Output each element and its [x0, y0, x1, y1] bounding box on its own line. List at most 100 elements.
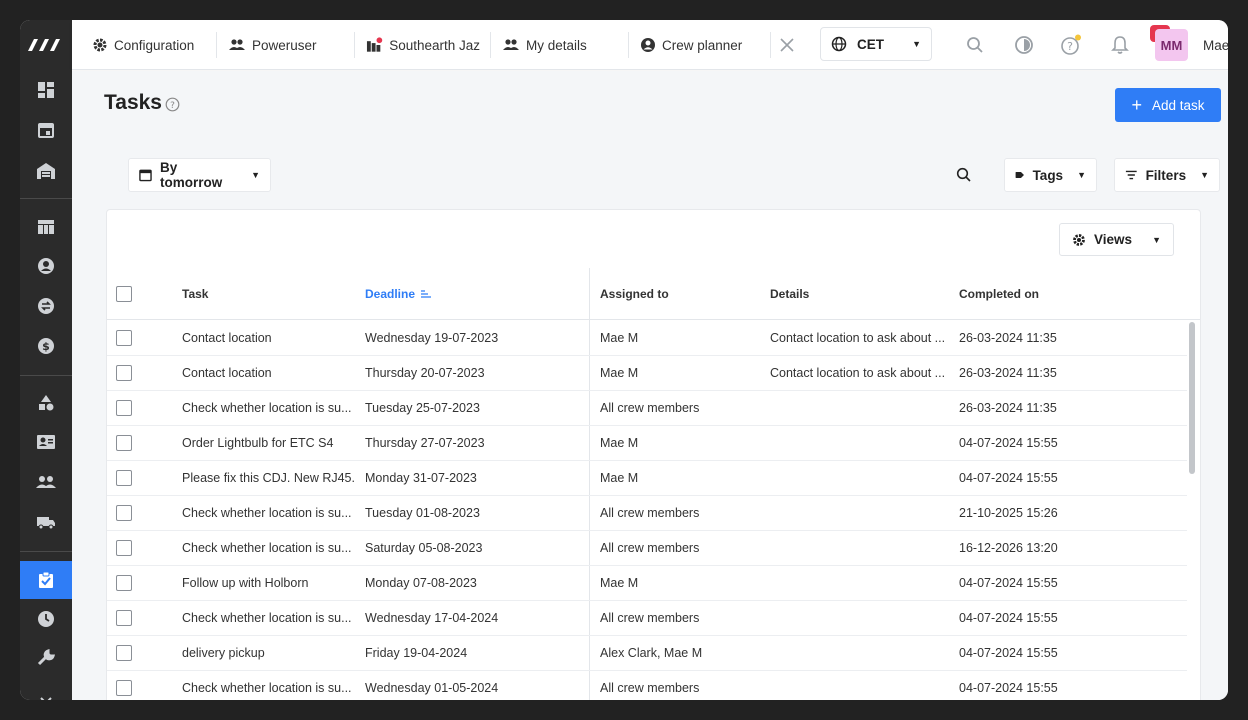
- user-circle-icon: [641, 38, 655, 52]
- sidebar-item-contacts[interactable]: [20, 423, 72, 461]
- views-label: Views: [1094, 232, 1133, 247]
- table-row[interactable]: Order Lightbulb for ETC S4 Thursday 27-0…: [107, 426, 1187, 461]
- tab-poweruser[interactable]: Poweruser: [228, 20, 348, 70]
- cell-completed: 04-07-2024 15:55: [959, 576, 1058, 590]
- sidebar-item-dashboard[interactable]: [20, 71, 72, 109]
- avatar[interactable]: MM: [1155, 29, 1188, 61]
- crew-icon: [36, 476, 56, 488]
- table-row[interactable]: Please fix this CDJ. New RJ45... Monday …: [107, 461, 1187, 496]
- sidebar-item-time[interactable]: [20, 600, 72, 638]
- column-header-assigned[interactable]: Assigned to: [600, 268, 669, 320]
- row-checkbox[interactable]: [116, 680, 132, 696]
- timezone-select[interactable]: CET ▼: [820, 27, 932, 61]
- views-button[interactable]: Views ▼: [1059, 223, 1174, 256]
- vertical-scrollbar[interactable]: [1189, 322, 1195, 474]
- table-row[interactable]: Follow up with Holborn Monday 07-08-2023…: [107, 566, 1187, 601]
- people-icon: [503, 39, 519, 50]
- cell-deadline: Wednesday 01-05-2024: [365, 681, 499, 695]
- sidebar: $: [20, 20, 72, 700]
- row-checkbox[interactable]: [116, 435, 132, 451]
- sidebar-item-crew[interactable]: [20, 463, 72, 501]
- sidebar-expand[interactable]: [20, 682, 72, 700]
- row-checkbox[interactable]: [116, 575, 132, 591]
- help-icon: ?: [1061, 34, 1081, 55]
- sidebar-item-transport[interactable]: [20, 503, 72, 541]
- user-name[interactable]: Mae M: [1203, 20, 1228, 70]
- row-checkbox[interactable]: [116, 610, 132, 626]
- add-task-button[interactable]: + Add task: [1115, 88, 1221, 122]
- cell-details: Contact location to ask about ...: [770, 366, 946, 380]
- sidebar-item-warehouse[interactable]: [20, 152, 72, 190]
- sidebar-item-tasks[interactable]: [20, 561, 72, 599]
- sidebar-item-calendar[interactable]: [20, 111, 72, 149]
- sidebar-item-table[interactable]: [20, 208, 72, 246]
- close-tab-button[interactable]: [775, 33, 799, 57]
- help-icon[interactable]: ?: [165, 97, 180, 115]
- table-search-button[interactable]: [943, 158, 985, 192]
- cell-details: [770, 426, 950, 460]
- timezone-value: CET: [857, 36, 884, 52]
- table-row[interactable]: Check whether location is su... Tuesday …: [107, 496, 1187, 531]
- cell-deadline: Monday 07-08-2023: [365, 576, 477, 590]
- table-row[interactable]: Check whether location is su... Tuesday …: [107, 391, 1187, 426]
- row-checkbox[interactable]: [116, 400, 132, 416]
- caret-down-icon: ▼: [912, 39, 921, 49]
- tab-crew-planner[interactable]: Crew planner: [640, 20, 770, 70]
- cell-completed: 21-10-2025 15:26: [959, 506, 1058, 520]
- table-row[interactable]: delivery pickup Friday 19-04-2024 Alex C…: [107, 636, 1187, 671]
- caret-down-icon: ▼: [1200, 170, 1209, 180]
- column-header-deadline[interactable]: Deadline: [365, 268, 432, 320]
- shapes-icon: [39, 395, 54, 411]
- tab-label: My details: [526, 37, 587, 53]
- cell-completed: 26-03-2024 11:35: [959, 401, 1057, 415]
- search-icon: [967, 37, 983, 53]
- cell-deadline: Thursday 27-07-2023: [365, 436, 485, 450]
- cell-completed: 04-07-2024 15:55: [959, 681, 1058, 695]
- table-row[interactable]: Check whether location is su... Wednesda…: [107, 601, 1187, 636]
- swap-icon: [38, 298, 54, 314]
- sidebar-item-finance[interactable]: $: [20, 327, 72, 365]
- cell-assigned: All crew members: [600, 611, 700, 625]
- help-button[interactable]: ?: [1059, 33, 1083, 57]
- tab-southearth[interactable]: Southearth Jaz: [366, 20, 480, 70]
- column-header-completed[interactable]: Completed on: [959, 268, 1039, 320]
- caret-down-icon: ▼: [251, 170, 260, 180]
- table-row[interactable]: Contact location Wednesday 19-07-2023 Ma…: [107, 321, 1187, 356]
- tags-button[interactable]: Tags ▼: [1004, 158, 1097, 192]
- cell-details: [770, 461, 950, 495]
- cell-assigned: Mae M: [600, 331, 639, 345]
- table-icon: [38, 220, 54, 234]
- sidebar-item-maintenance[interactable]: [20, 639, 72, 677]
- chevron-down-icon: [40, 697, 52, 700]
- date-filter-button[interactable]: By tomorrow ▼: [128, 158, 271, 192]
- row-checkbox[interactable]: [116, 470, 132, 486]
- column-header-task[interactable]: Task: [182, 268, 208, 320]
- column-header-details[interactable]: Details: [770, 268, 809, 320]
- sidebar-item-shapes[interactable]: [20, 384, 72, 422]
- app-logo[interactable]: [20, 20, 72, 70]
- cell-details: [770, 566, 950, 600]
- row-checkbox[interactable]: [116, 330, 132, 346]
- cell-task: delivery pickup: [182, 646, 265, 660]
- cell-task: Follow up with Holborn: [182, 576, 309, 590]
- add-task-label: Add task: [1151, 97, 1205, 113]
- timer-button[interactable]: [1012, 33, 1036, 57]
- cell-completed: 04-07-2024 15:55: [959, 436, 1058, 450]
- cell-details: [770, 636, 950, 670]
- row-checkbox[interactable]: [116, 645, 132, 661]
- row-checkbox[interactable]: [116, 505, 132, 521]
- select-all-checkbox[interactable]: [116, 286, 132, 302]
- sidebar-item-swap[interactable]: [20, 287, 72, 325]
- row-checkbox[interactable]: [116, 540, 132, 556]
- row-checkbox[interactable]: [116, 365, 132, 381]
- table-row[interactable]: Check whether location is su... Saturday…: [107, 531, 1187, 566]
- notifications-button[interactable]: [1108, 33, 1132, 57]
- tab-label: Poweruser: [252, 37, 317, 53]
- table-row[interactable]: Contact location Thursday 20-07-2023 Mae…: [107, 356, 1187, 391]
- tab-configuration[interactable]: Configuration: [92, 20, 212, 70]
- filters-button[interactable]: Filters ▼: [1114, 158, 1220, 192]
- table-row[interactable]: Check whether location is su... Wednesda…: [107, 671, 1187, 700]
- sidebar-item-user[interactable]: [20, 247, 72, 285]
- tab-my-details[interactable]: My details: [502, 20, 622, 70]
- search-button[interactable]: [963, 33, 987, 57]
